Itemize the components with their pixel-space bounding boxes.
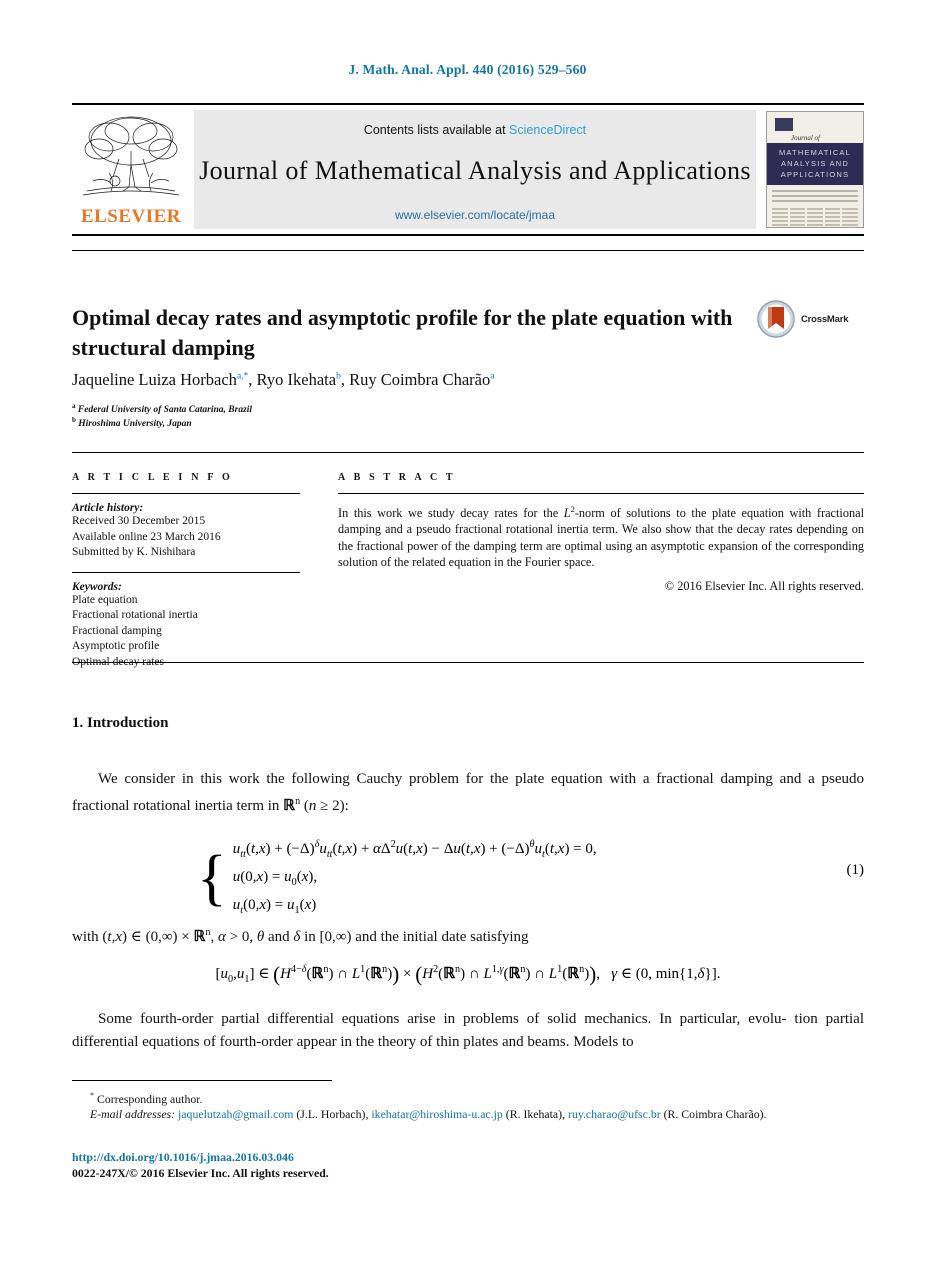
author-list: Jaqueline Luiza Horbacha,*, Ryo Ikehatab… (72, 370, 772, 390)
body-divider (72, 662, 864, 663)
cover-publisher-mark (775, 118, 793, 131)
contents-available-line: Contents lists available at ScienceDirec… (194, 110, 756, 137)
email-owner-ikehata: (R. Ikehata), (505, 1107, 566, 1122)
journal-cover-thumbnail[interactable]: Journal of MATHEMATICAL ANALYSIS AND APP… (766, 111, 864, 228)
abstract-text: In this work we study decay rates for th… (338, 505, 864, 569)
keywords-rule (72, 571, 300, 573)
article-info-column: A R T I C L E I N F O Article history: R… (72, 472, 300, 670)
keyword-item: Fractional rotational inertia (72, 609, 198, 621)
equation-1-line-3: ut(0,x) = u1(x) (232, 897, 317, 916)
abstract-copyright: © 2016 Elsevier Inc. All rights reserved… (664, 578, 864, 593)
affiliation-a-text: Federal University of Santa Catarina, Br… (77, 405, 253, 416)
sciencedirect-link[interactable]: ScienceDirect (509, 123, 586, 137)
cover-title-band: MATHEMATICAL ANALYSIS AND APPLICATIONS (767, 143, 863, 185)
elsevier-wordmark: ELSEVIER (80, 206, 182, 227)
crossmark-label: CrossMark (801, 313, 849, 325)
equation-1-lines: utt(t,x) + (−Δ)δutt(t,x) + αΔ2u(t,x) − Δ… (233, 834, 597, 922)
equation-1-line-2: u(0,x) = u0(x), (232, 869, 318, 888)
footer-doi-block: http://dx.doi.org/10.1016/j.jmaa.2016.03… (72, 1150, 864, 1181)
email-link-ikehata[interactable]: ikehatar@hiroshima-u.ac.jp (371, 1107, 502, 1121)
section-heading-introduction: 1. Introduction (72, 715, 169, 732)
running-head: J. Math. Anal. Appl. 440 (2016) 529–560 (348, 62, 587, 77)
affiliation-b-text: Hiroshima University, Japan (78, 419, 192, 430)
crossmark-icon (757, 300, 795, 338)
equation-brace: { (197, 844, 227, 912)
page-title: Optimal decay rates and asymptotic profi… (72, 304, 733, 360)
cover-text-lines (772, 190, 858, 205)
affiliation-a: a Federal University of Santa Catarina, … (72, 402, 772, 415)
contents-prefix: Contents lists available at (363, 123, 506, 137)
email-owner-charao: (R. Coimbra Charão). (663, 1107, 767, 1122)
crossmark-badge[interactable]: CrossMark (756, 298, 860, 340)
keyword-item: Plate equation (72, 593, 138, 606)
abstract-rule (338, 493, 864, 494)
affiliation-a-marker: a (72, 402, 76, 410)
email-link-charao[interactable]: ruy.charao@ufsc.br (568, 1107, 661, 1121)
article-history-received: Received 30 December 2015 (72, 515, 206, 527)
doi-link[interactable]: http://dx.doi.org/10.1016/j.jmaa.2016.03… (72, 1150, 864, 1166)
equation-initial-data: [u0,u1] ∈ (H4−δ(ℝn) ∩ L1(ℝn)) × (H2(ℝn) … (215, 962, 721, 986)
abstract-column: A B S T R A C T In this work we study de… (338, 472, 864, 594)
email-link-horbach[interactable]: jaquelutzah@gmail.com (178, 1107, 293, 1121)
corresponding-text: Corresponding author. (96, 1091, 203, 1106)
corresponding-marker: * (90, 1091, 95, 1100)
equation-1-number: (1) (846, 862, 865, 878)
journal-homepage-link[interactable]: www.elsevier.com/locate/jmaa (194, 208, 756, 222)
paper-page: J. Math. Anal. Appl. 440 (2016) 529–560 (0, 0, 935, 1266)
affiliation-b: b Hiroshima University, Japan (72, 416, 772, 429)
journal-masthead: ELSEVIER Contents lists available at Sci… (72, 103, 864, 236)
paragraph-with-conditions: with (t,x) ∈ (0,∞) × ℝn, α > 0, θ and δ … (72, 927, 529, 945)
article-history-submitted: Submitted by K. Nishihara (72, 546, 196, 558)
email-label: E-mail addresses: (90, 1107, 176, 1122)
article-info-rule (72, 493, 300, 494)
abstract-heading: A B S T R A C T (338, 472, 456, 483)
footnote-corresponding-author: * Corresponding author. (72, 1088, 864, 1107)
affiliation-b-marker: b (72, 416, 76, 424)
footnote-block: * Corresponding author. E-mail addresses… (72, 1088, 864, 1123)
keywords-label: Keywords: (72, 580, 122, 593)
cover-index-grid (772, 208, 858, 227)
paragraph-intro: We consider in this work the following C… (72, 771, 864, 814)
cover-band-line-2: ANALYSIS AND (780, 159, 850, 168)
elsevier-logo: ELSEVIER (72, 105, 190, 234)
title-divider (72, 250, 864, 251)
info-divider (72, 452, 864, 453)
keyword-item: Fractional damping (72, 624, 162, 637)
elsevier-tree-icon (82, 116, 180, 196)
article-history-online: Available online 23 March 2016 (72, 530, 221, 543)
cover-band-line-1: MATHEMATICAL (778, 148, 852, 157)
article-info-heading: A R T I C L E I N F O (72, 472, 233, 483)
footnote-emails: E-mail addresses: jaquelutzah@gmail.com … (72, 1107, 864, 1123)
authors-text: Jaqueline Luiza Horbacha,*, Ryo Ikehatab… (72, 370, 495, 389)
footnote-divider (72, 1080, 332, 1081)
email-owner-horbach: (J.L. Horbach), (296, 1107, 369, 1122)
article-history-label: Article history: (72, 502, 144, 514)
equation-1-line-1: utt(t,x) + (−Δ)δutt(t,x) + αΔ2u(t,x) − Δ… (232, 839, 597, 860)
masthead-center-panel: Contents lists available at ScienceDirec… (194, 110, 756, 229)
journal-title: Journal of Mathematical Analysis and App… (199, 156, 751, 185)
cover-band-line-3: APPLICATIONS (780, 170, 850, 179)
keyword-item: Asymptotic profile (72, 640, 160, 652)
issn-copyright-line: 0022-247X/© 2016 Elsevier Inc. All right… (72, 1165, 329, 1180)
paragraph-fourth-order: Some fourth-order partial differential e… (72, 1011, 864, 1050)
cover-script-label: Journal of (791, 134, 820, 142)
equation-1: { utt(t,x) + (−Δ)δutt(t,x) + αΔ2u(t,x) −… (72, 834, 864, 922)
